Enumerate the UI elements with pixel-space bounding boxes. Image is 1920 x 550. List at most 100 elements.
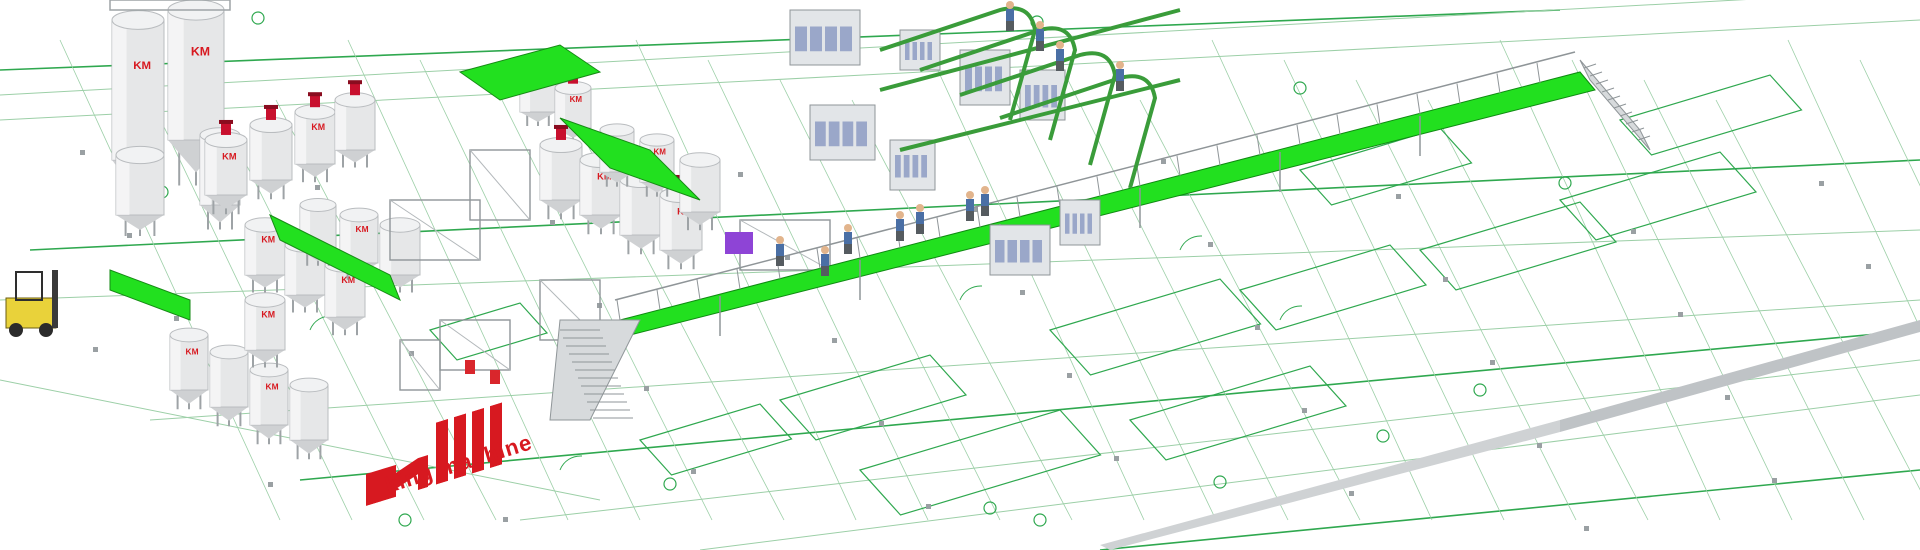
plan-cross-line — [1787, 39, 1920, 329]
machine-window — [905, 42, 910, 60]
agitator-motor-cap — [554, 124, 568, 129]
plan-line — [0, 9, 1561, 71]
plan-grid-marker — [1558, 176, 1572, 190]
agitator-motor-cap — [308, 92, 322, 97]
plan-column — [174, 316, 179, 321]
rail-post — [1456, 83, 1461, 104]
tank-cone — [520, 112, 556, 122]
tank-top — [379, 217, 421, 233]
tank-top — [299, 198, 337, 212]
worker-legs — [844, 244, 852, 254]
tank-top — [289, 377, 329, 393]
worker-body — [1116, 69, 1124, 81]
worker-body — [981, 194, 989, 206]
skid-brace — [469, 149, 531, 221]
tank-top — [209, 344, 249, 360]
forklift — [5, 270, 58, 337]
tank-logo: KM — [133, 60, 151, 72]
plan-column — [503, 517, 508, 522]
machine-window — [1080, 213, 1085, 234]
plan-column — [832, 338, 837, 343]
tank — [249, 116, 293, 200]
worker-body — [1036, 29, 1044, 41]
worker — [966, 191, 974, 221]
plan-column — [926, 504, 931, 509]
tank-highlight — [335, 100, 347, 150]
plan-grid-marker — [1376, 429, 1390, 443]
forklift-wheel — [39, 323, 53, 337]
tank — [115, 145, 165, 236]
worker-head — [896, 211, 904, 219]
tank-logo: KM — [266, 381, 279, 391]
plan-column — [1302, 408, 1307, 413]
tank-cone — [325, 317, 365, 330]
worker — [1056, 41, 1064, 71]
tank-highlight — [620, 180, 632, 235]
rail-post — [1136, 166, 1141, 187]
worker-legs — [916, 224, 924, 234]
worker-body — [776, 244, 784, 256]
worker-head — [776, 236, 784, 244]
tank-platform — [109, 269, 191, 321]
worker-body — [821, 254, 829, 266]
tank — [539, 136, 583, 220]
plan-column — [1161, 159, 1166, 164]
worker-head — [981, 186, 989, 194]
tank-logo: KM — [186, 346, 199, 356]
machine-window — [856, 121, 867, 147]
tank-logo: KM — [222, 151, 237, 161]
plan-room — [1418, 201, 1618, 291]
plan-line — [699, 394, 1920, 550]
rail-post — [1536, 63, 1541, 84]
rail-post — [1096, 176, 1101, 197]
machine-window — [921, 155, 927, 178]
plant-isometric-view: KMKMKM KMKMKMKMKMKMKMKMKMKMKMKM — [0, 0, 1920, 550]
rail-post — [856, 238, 861, 259]
plan-column — [1020, 290, 1025, 295]
tank-logo: KM — [570, 95, 583, 104]
forklift-wheel — [9, 323, 23, 337]
plan-column — [1255, 325, 1260, 330]
skid-brace — [739, 219, 831, 271]
rail-post — [1336, 114, 1341, 135]
worker — [981, 186, 989, 216]
plan-door-swing — [1179, 235, 1203, 251]
tank-top — [679, 152, 721, 168]
tank-cone — [540, 200, 582, 214]
rail-post — [616, 299, 621, 321]
pump — [465, 360, 475, 374]
tank-cone — [245, 275, 285, 288]
machine-window — [842, 121, 854, 147]
plan-column — [1114, 456, 1119, 461]
worker-head — [1036, 21, 1044, 29]
rail-post — [1416, 93, 1421, 115]
filling-machine — [725, 232, 753, 254]
plan-door-swing — [1279, 305, 1303, 321]
machine-window — [912, 155, 919, 178]
plan-room — [858, 409, 1102, 516]
forklift-mast — [52, 270, 58, 328]
machine-window — [927, 42, 932, 60]
tank-highlight — [112, 20, 127, 160]
machine-window — [1072, 213, 1077, 234]
plan-column — [1490, 360, 1495, 365]
worker-legs — [1116, 81, 1124, 91]
tank-cone — [295, 164, 335, 177]
worker — [896, 211, 904, 241]
tank-logo: KM — [261, 235, 275, 245]
rail-post — [736, 269, 741, 290]
tank-highlight — [245, 300, 257, 350]
tank-cone — [660, 250, 702, 264]
machine-window — [795, 26, 807, 52]
plan-room — [1558, 151, 1758, 241]
tank-highlight — [540, 145, 552, 200]
plan-column — [1725, 395, 1730, 400]
tank-logo: KM — [191, 45, 210, 59]
tank — [289, 377, 329, 460]
plan-cross-line — [1643, 79, 1865, 521]
plan-column — [1819, 181, 1824, 186]
tank-highlight — [250, 370, 261, 425]
machine-window — [912, 42, 917, 60]
plan-room — [1128, 365, 1348, 461]
worker-head — [916, 204, 924, 212]
